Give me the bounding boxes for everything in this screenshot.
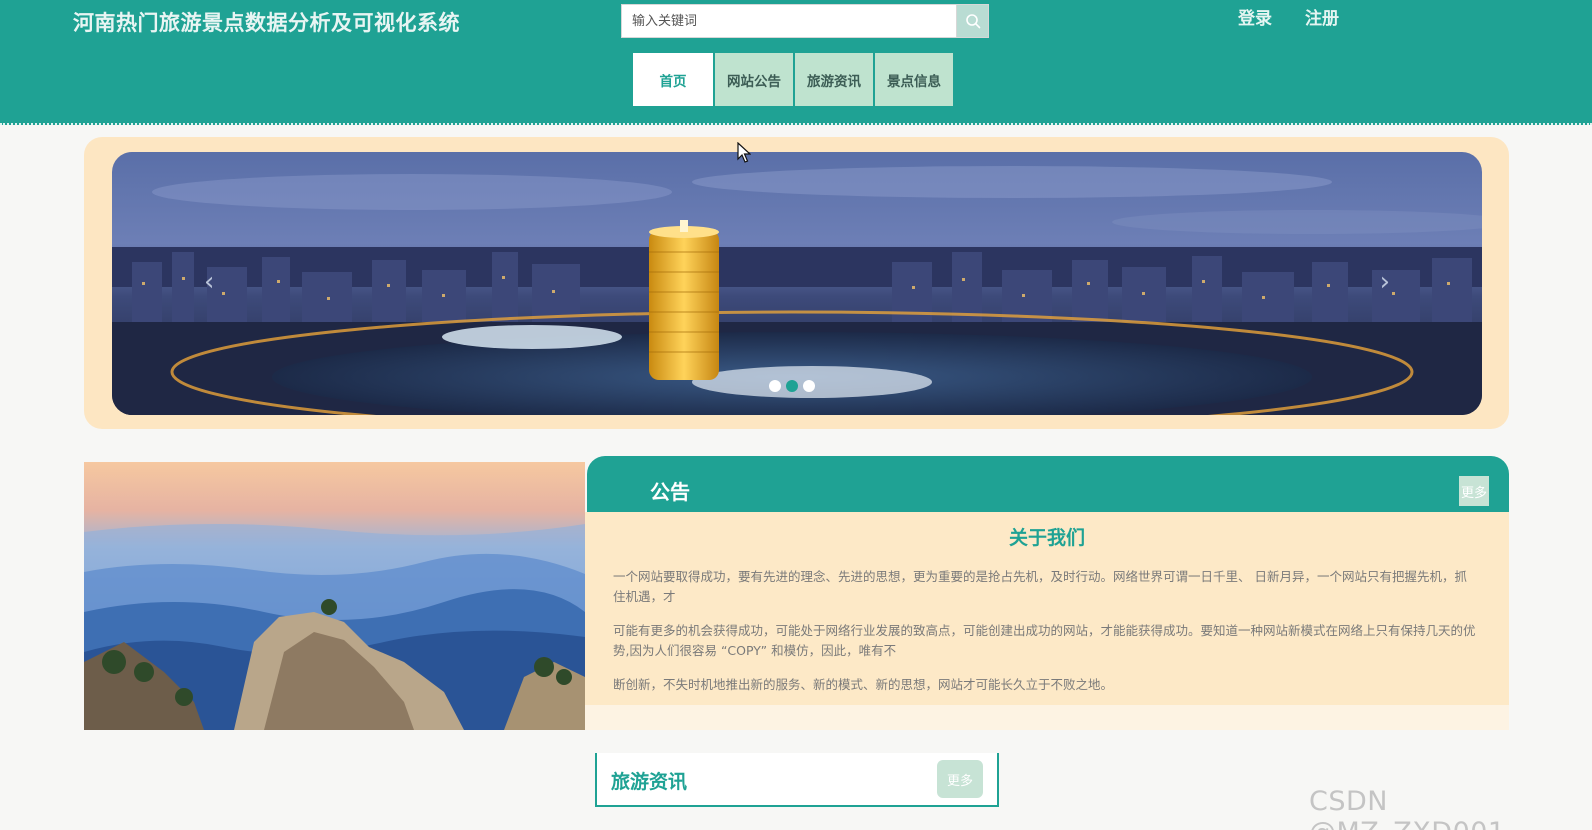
nav-item-home[interactable]: 首页 [633, 53, 713, 106]
carousel-indicators [769, 380, 815, 392]
about-paragraph: 可能有更多的机会获得成功，可能处于网络行业发展的致高点，可能创建出成功的网站，才… [613, 623, 1476, 658]
about-panel-footer [585, 705, 1509, 730]
nav-item-news[interactable]: 旅游资讯 [793, 53, 873, 106]
notice-more-button[interactable]: 更多 [1459, 476, 1489, 506]
travel-news-more-button[interactable]: 更多 [937, 760, 983, 798]
banner-city-night-image [112, 152, 1482, 415]
carousel-dot-3[interactable] [803, 380, 815, 392]
banner-frame: ‹ › [84, 137, 1509, 429]
nav-item-attractions[interactable]: 景点信息 [873, 53, 953, 106]
carousel-next-button[interactable]: › [1380, 267, 1390, 297]
site-header: 河南热门旅游景点数据分析及可视化系统 登录 注册 首页 网站公告 旅游资讯 景点… [0, 0, 1592, 125]
carousel-prev-button[interactable]: ‹ [204, 267, 214, 297]
about-paragraph: 一个网站要取得成功，要有先进的理念、先进的思想，更为重要的是抢占先机，及时行动。… [613, 569, 1467, 604]
about-us-title: 关于我们 [1008, 527, 1085, 549]
nav-item-notice[interactable]: 网站公告 [713, 53, 793, 106]
mountain-image [84, 462, 585, 730]
mouse-cursor-icon [737, 142, 751, 163]
mountain-scenery-image [84, 462, 585, 730]
banner-carousel[interactable]: ‹ › [112, 152, 1482, 415]
csdn-watermark: CSDN @MZ_ZXD001 [1309, 786, 1505, 830]
search-icon [965, 14, 980, 29]
about-us-panel: 关于我们 一个网站要取得成功，要有先进的理念、先进的思想，更为重要的是抢占先机，… [585, 512, 1509, 705]
carousel-dot-2[interactable] [786, 380, 798, 392]
notice-section-title: 公告 [650, 480, 690, 504]
site-title: 河南热门旅游景点数据分析及可视化系统 [73, 11, 460, 35]
search-button[interactable] [956, 4, 989, 38]
login-link[interactable]: 登录 [1238, 4, 1272, 29]
search-input[interactable] [621, 4, 956, 38]
register-link[interactable]: 注册 [1305, 4, 1339, 29]
notice-section-header: 公告 更多 [587, 456, 1509, 512]
search-bar [621, 4, 989, 38]
main-nav: 首页 网站公告 旅游资讯 景点信息 [633, 53, 953, 106]
carousel-dot-1[interactable] [769, 380, 781, 392]
travel-news-section: 旅游资讯 更多 [595, 753, 999, 807]
travel-news-title: 旅游资讯 [611, 771, 688, 793]
about-paragraph: 断创新，不失时机地推出新的服务、新的模式、新的思想，网站才可能长久立于不败之地。 [613, 677, 1114, 692]
